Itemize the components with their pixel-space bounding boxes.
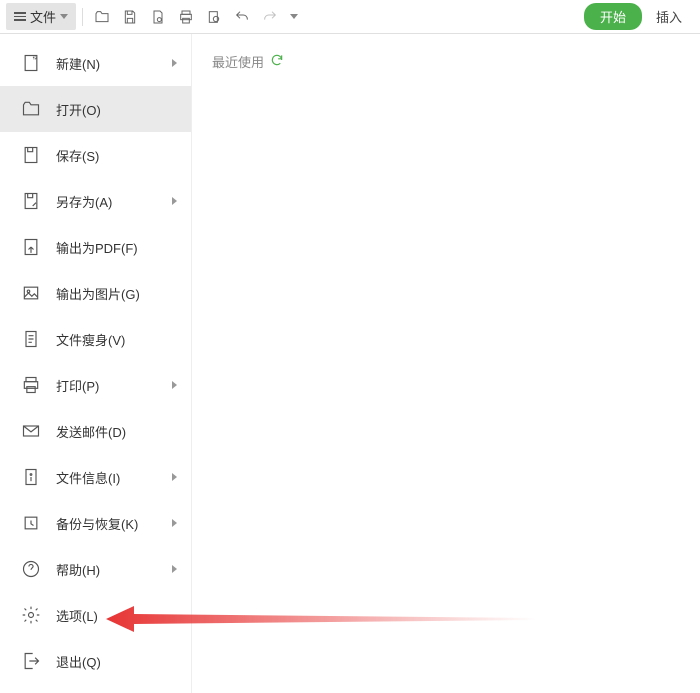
caret-down-icon	[60, 14, 68, 19]
printer-icon	[20, 374, 42, 396]
menu-label: 另存为(A)	[56, 192, 172, 211]
pdf-icon	[20, 236, 42, 258]
content-pane: 最近使用	[192, 34, 700, 693]
menu-label: 输出为图片(G)	[56, 284, 177, 303]
exit-icon	[20, 650, 42, 672]
menu-label: 备份与恢复(K)	[56, 514, 172, 533]
hamburger-icon	[14, 12, 26, 21]
folder-open-icon	[20, 98, 42, 120]
help-icon	[20, 558, 42, 580]
menu-item-file-info[interactable]: 文件信息(I)	[0, 454, 191, 500]
gear-icon	[20, 604, 42, 626]
menu-item-print[interactable]: 打印(P)	[0, 362, 191, 408]
chevron-right-icon	[172, 59, 177, 67]
file-menu-sidebar: 新建(N) 打开(O) 保存(S) 另存为(A) 输	[0, 34, 192, 693]
menu-item-backup-restore[interactable]: 备份与恢复(K)	[0, 500, 191, 546]
chevron-right-icon	[172, 197, 177, 205]
info-file-icon	[20, 466, 42, 488]
menu-label: 打印(P)	[56, 376, 172, 395]
chevron-right-icon	[172, 473, 177, 481]
print-icon[interactable]	[173, 4, 199, 30]
menu-item-open[interactable]: 打开(O)	[0, 86, 191, 132]
recent-header: 最近使用	[212, 52, 680, 71]
undo-icon[interactable]	[229, 4, 255, 30]
menu-item-new[interactable]: 新建(N)	[0, 40, 191, 86]
menu-label: 文件信息(I)	[56, 468, 172, 487]
backup-icon	[20, 512, 42, 534]
menu-item-save[interactable]: 保存(S)	[0, 132, 191, 178]
menu-item-export-image[interactable]: 输出为图片(G)	[0, 270, 191, 316]
save-as-icon	[20, 190, 42, 212]
chevron-right-icon	[172, 565, 177, 573]
menu-label: 帮助(H)	[56, 560, 172, 579]
file-slim-icon	[20, 328, 42, 350]
tab-start[interactable]: 开始	[584, 3, 642, 30]
file-menu-button[interactable]: 文件	[6, 3, 76, 30]
menu-item-send-mail[interactable]: 发送邮件(D)	[0, 408, 191, 454]
chevron-right-icon	[172, 381, 177, 389]
menu-item-save-as[interactable]: 另存为(A)	[0, 178, 191, 224]
menu-label: 输出为PDF(F)	[56, 238, 177, 257]
menu-label: 新建(N)	[56, 54, 172, 73]
save-file-icon	[20, 144, 42, 166]
file-menu-label: 文件	[30, 7, 56, 26]
chevron-right-icon	[172, 519, 177, 527]
menu-label: 文件瘦身(V)	[56, 330, 177, 349]
tab-insert[interactable]: 插入	[644, 3, 694, 30]
toolbar: 文件 开始 插入	[0, 0, 700, 34]
print-preview-icon[interactable]	[201, 4, 227, 30]
image-icon	[20, 282, 42, 304]
menu-item-options[interactable]: 选项(L)	[0, 592, 191, 638]
menu-item-exit[interactable]: 退出(Q)	[0, 638, 191, 684]
body: 新建(N) 打开(O) 保存(S) 另存为(A) 输	[0, 34, 700, 693]
divider	[82, 8, 83, 26]
menu-label: 选项(L)	[56, 606, 177, 625]
mail-icon	[20, 420, 42, 442]
save-icon[interactable]	[117, 4, 143, 30]
refresh-icon[interactable]	[270, 53, 284, 70]
menu-label: 保存(S)	[56, 146, 177, 165]
recent-label: 最近使用	[212, 52, 264, 71]
new-file-icon	[20, 52, 42, 74]
menu-item-export-pdf[interactable]: 输出为PDF(F)	[0, 224, 191, 270]
menu-item-file-slim[interactable]: 文件瘦身(V)	[0, 316, 191, 362]
menu-label: 打开(O)	[56, 100, 177, 119]
menu-label: 退出(Q)	[56, 652, 177, 671]
more-dropdown-icon[interactable]	[285, 4, 303, 30]
menu-label: 发送邮件(D)	[56, 422, 177, 441]
export-pdf-icon[interactable]	[145, 4, 171, 30]
open-folder-icon[interactable]	[89, 4, 115, 30]
menu-item-help[interactable]: 帮助(H)	[0, 546, 191, 592]
redo-icon[interactable]	[257, 4, 283, 30]
